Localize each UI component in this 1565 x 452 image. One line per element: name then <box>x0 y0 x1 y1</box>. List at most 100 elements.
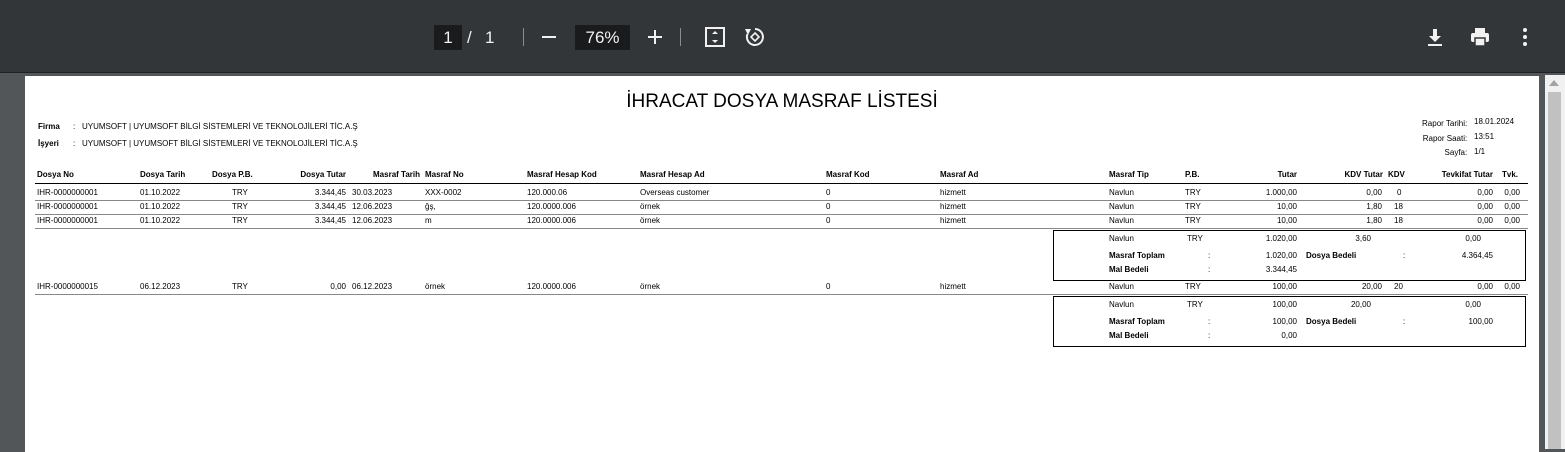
colon: : <box>1208 265 1211 274</box>
rapor-tarihi-value: 18.01.2024 <box>1474 117 1515 126</box>
cell-pb: TRY <box>1185 202 1201 211</box>
col-pb: P.B. <box>1185 170 1200 179</box>
cell-tutar: 10,00 <box>1276 216 1297 225</box>
masraf-toplam-value: 100,00 <box>1272 317 1297 326</box>
cell-masraf-kod: 0 <box>826 216 831 225</box>
more-options-button[interactable] <box>1510 22 1540 52</box>
cell-masraf-ad: hizmett <box>940 216 966 225</box>
col-masraf-kod: Masraf Kod <box>826 170 870 179</box>
firma-value: UYUMSOFT | UYUMSOFT BİLGİ SİSTEMLERİ VE … <box>82 122 358 131</box>
page-number-input[interactable]: 1 <box>434 25 462 50</box>
cell-dosya-pb: TRY <box>232 216 248 225</box>
cell-masraf-tarih: 06.12.2023 <box>352 282 393 291</box>
fit-to-page-button[interactable] <box>700 22 730 52</box>
cell-masraf-no: XXX-0002 <box>425 188 462 197</box>
col-masraf-hesap-kod: Masraf Hesap Kod <box>527 170 597 179</box>
summary-tevkifat: 0,00 <box>1465 234 1481 243</box>
cell-dosya-tutar: 3.344,45 <box>314 188 346 197</box>
cell-pb: TRY <box>1185 188 1201 197</box>
row-rule <box>35 200 1528 201</box>
col-kdv-tutar: KDV Tutar <box>1344 170 1383 179</box>
cell-masraf-no: örnek <box>425 282 446 291</box>
summary-tip: Navlun <box>1109 300 1134 309</box>
zoom-in-button[interactable] <box>640 22 670 52</box>
cell-tevkifat: 0,00 <box>1477 202 1493 211</box>
rapor-tarihi-label: Rapor Tarihi <box>1422 119 1465 128</box>
sayfa-value: 1/1 <box>1474 147 1486 156</box>
cell-dosya-no: IHR-0000000001 <box>37 202 98 211</box>
rotate-button[interactable] <box>740 22 770 52</box>
cell-masraf-tarih: 30.03.2023 <box>352 188 393 197</box>
summary-tutar: 100,00 <box>1272 300 1297 309</box>
dosya-bedeli-label: Dosya Bedeli <box>1306 251 1357 260</box>
colon: : <box>73 122 76 131</box>
cell-dosya-tutar: 0,00 <box>330 282 346 291</box>
summary-tevkifat: 0,00 <box>1465 300 1481 309</box>
cell-dosya-tarih: 06.12.2023 <box>140 282 181 291</box>
cell-pb: TRY <box>1185 216 1201 225</box>
colon: : <box>1208 317 1211 326</box>
cell-dosya-pb: TRY <box>232 282 248 291</box>
cell-dosya-pb: TRY <box>232 202 248 211</box>
cell-tvk: 0,00 <box>1504 188 1520 197</box>
row-rule <box>35 294 1528 295</box>
cell-hesap-ad: Overseas customer <box>640 188 710 197</box>
page-separator: / <box>467 28 472 47</box>
summary-kdv-tutar: 20,00 <box>1350 300 1371 309</box>
print-button[interactable] <box>1465 22 1495 52</box>
cell-masraf-ad: hizmett <box>940 202 966 211</box>
cell-hesap-kod: 120.0000.006 <box>527 216 576 225</box>
col-tevkifat-tutar: Tevkifat Tutar <box>1441 170 1493 179</box>
col-masraf-ad: Masraf Ad <box>940 170 979 179</box>
scroll-up-arrow-icon[interactable] <box>1549 80 1559 86</box>
cell-masraf-ad: hizmett <box>940 188 966 197</box>
masraf-toplam-label: Masraf Toplam <box>1109 317 1165 326</box>
col-masraf-tip: Masraf Tip <box>1109 170 1149 179</box>
colon: : <box>73 139 76 148</box>
cell-hesap-ad: örnek <box>640 202 661 211</box>
more-vert-icon <box>1523 28 1527 46</box>
download-button[interactable] <box>1420 22 1450 52</box>
cell-tip: Navlun <box>1109 282 1134 291</box>
toolbar-divider <box>523 28 524 46</box>
cell-dosya-no: IHR-0000000001 <box>37 216 98 225</box>
colon: : <box>1208 251 1211 260</box>
cell-dosya-tarih: 01.10.2022 <box>140 202 181 211</box>
col-dosya-no: Dosya No <box>37 170 74 179</box>
page-total: 1 <box>485 28 495 47</box>
cell-tvk: 0,00 <box>1504 282 1520 291</box>
cell-kdv-tutar: 20,00 <box>1361 282 1382 291</box>
download-icon <box>1428 29 1442 46</box>
rotate-icon <box>745 28 764 46</box>
zoom-input[interactable]: 76% <box>575 25 630 50</box>
fit-page-icon <box>705 27 725 47</box>
colon: : <box>1465 148 1468 157</box>
pdf-toolbar: 1 / 1 76% <box>0 0 1565 73</box>
cell-pb: TRY <box>1185 282 1201 291</box>
summary-tip: Navlun <box>1109 234 1134 243</box>
cell-tutar: 100,00 <box>1272 282 1297 291</box>
cell-dosya-tutar: 3.344,45 <box>314 202 346 211</box>
col-masraf-no: Masraf No <box>425 170 464 179</box>
summary-pb: TRY <box>1187 300 1203 309</box>
cell-hesap-ad: örnek <box>640 216 661 225</box>
scrollbar-thumb[interactable] <box>1548 92 1561 449</box>
col-dosya-tarih: Dosya Tarih <box>140 170 186 179</box>
rapor-saati-label: Rapor Saati <box>1422 134 1465 143</box>
col-dosya-pb: Dosya P.B. <box>212 170 253 179</box>
cell-dosya-pb: TRY <box>232 188 248 197</box>
colon: : <box>1403 251 1406 260</box>
firma-label: Firma <box>38 122 60 131</box>
mal-bedeli-label: Mal Bedeli <box>1109 331 1149 340</box>
col-masraf-tarih: Masraf Tarih <box>373 170 420 179</box>
cell-kdv: 18 <box>1394 202 1403 211</box>
cell-hesap-kod: 120.0000.006 <box>527 202 576 211</box>
sayfa-label: Sayfa <box>1444 148 1465 157</box>
zoom-out-button[interactable] <box>534 22 564 52</box>
toolbar-divider <box>680 28 681 46</box>
minus-icon <box>542 36 556 38</box>
rapor-saati-value: 13:51 <box>1474 132 1495 141</box>
cell-tutar: 10,00 <box>1276 202 1297 211</box>
cell-tutar: 1.000,00 <box>1265 188 1297 197</box>
row-rule <box>35 214 1528 215</box>
